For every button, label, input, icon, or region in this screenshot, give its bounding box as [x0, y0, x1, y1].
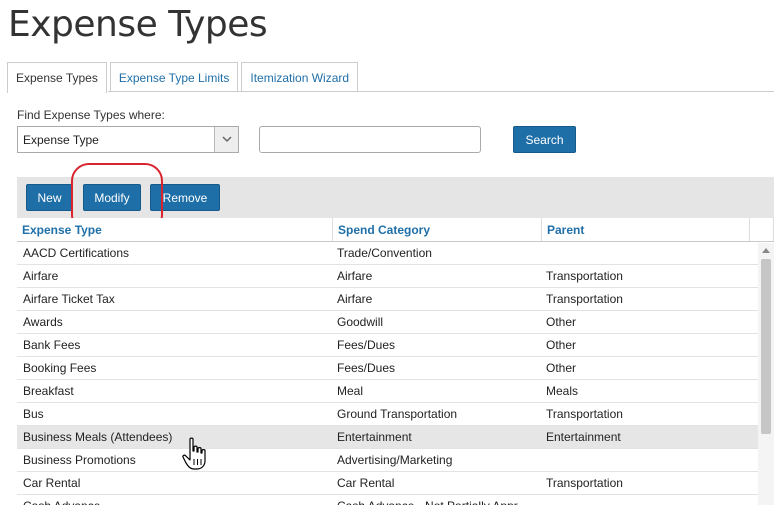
- grid-rows: AACD Certifications Trade/Convention Airfa…: [17, 242, 774, 505]
- cell-spend-category: Cash Advance - Not Partially Appr: [333, 499, 542, 505]
- cell-parent: Other: [546, 361, 577, 375]
- table-row[interactable]: Car Rental Car Rental Transportation: [17, 472, 758, 495]
- table-row[interactable]: Business Promotions Advertising/Marketing: [17, 449, 758, 472]
- table-row[interactable]: AACD Certifications Trade/Convention: [17, 242, 758, 265]
- table-row[interactable]: Business Meals (Attendees) Entertainment E…: [17, 426, 758, 449]
- cell-expense-type: Awards: [23, 315, 63, 329]
- cell-parent: Other: [546, 338, 577, 352]
- search-field-select[interactable]: Expense Type: [17, 126, 239, 153]
- cell-spend-category: Airfare: [337, 292, 373, 306]
- cell-expense-type: Bank Fees: [23, 338, 81, 352]
- scrollbar-thumb[interactable]: [761, 259, 771, 434]
- search-button[interactable]: Search: [513, 126, 576, 153]
- cell-parent: Entertainment: [546, 430, 621, 444]
- search-field-value: Expense Type: [23, 132, 99, 147]
- cell-expense-type: Airfare: [23, 269, 59, 283]
- table-row[interactable]: Bus Ground Transportation Transportation: [17, 403, 758, 426]
- cell-parent: Transportation: [546, 407, 623, 421]
- find-label: Find Expense Types where:: [17, 108, 165, 122]
- cell-spend-category: Trade/Convention: [337, 246, 432, 260]
- cell-expense-type: AACD Certifications: [23, 246, 130, 260]
- tabs-divider: [108, 91, 774, 92]
- cell-expense-type: Business Meals (Attendees): [23, 430, 173, 444]
- column-header-spend-category[interactable]: Spend Category: [333, 218, 542, 241]
- cell-spend-category: Ground Transportation: [337, 407, 458, 421]
- cell-spend-category: Airfare: [337, 269, 373, 283]
- expense-types-grid: Expense Type Spend Category Parent AACD …: [17, 218, 774, 505]
- table-row[interactable]: Bank Fees Fees/Dues Other: [17, 334, 758, 357]
- vertical-scrollbar[interactable]: [758, 243, 774, 505]
- column-header-expense-type[interactable]: Expense Type: [17, 218, 333, 241]
- table-row[interactable]: Cash AdvanceCash Advance - Not Partially…: [17, 495, 758, 505]
- hand-pointer-icon: [182, 437, 208, 471]
- chevron-down-icon[interactable]: [214, 127, 238, 152]
- cell-parent: Transportation: [546, 292, 623, 306]
- table-row[interactable]: Airfare Airfare Transportation: [17, 265, 758, 288]
- table-row[interactable]: Breakfast Meal Meals: [17, 380, 758, 403]
- cell-spend-category: Entertainment: [337, 430, 412, 444]
- new-button[interactable]: New: [26, 184, 73, 211]
- cell-parent: Transportation: [546, 269, 623, 283]
- cell-spend-category: Meal: [337, 384, 364, 398]
- table-row[interactable]: Booking Fees Fees/Dues Other: [17, 357, 758, 380]
- tab-expense-types[interactable]: Expense Types: [7, 62, 107, 93]
- search-input[interactable]: [259, 126, 481, 153]
- cell-spend-category: Advertising/Marketing: [337, 453, 453, 467]
- cell-expense-type: Airfare Ticket Tax: [23, 292, 115, 306]
- tab-bar: Expense Types Expense Type Limits Itemiz…: [7, 62, 361, 93]
- column-header-parent[interactable]: Parent: [542, 218, 750, 241]
- cell-expense-type: Bus: [23, 407, 44, 421]
- cell-expense-type: Cash Advance: [17, 499, 333, 505]
- cell-parent: Meals: [546, 384, 579, 398]
- table-row[interactable]: Airfare Ticket Tax Airfare Transportation: [17, 288, 758, 311]
- cell-spend-category: Car Rental: [337, 476, 395, 490]
- cell-expense-type: Booking Fees: [23, 361, 97, 375]
- page-title: Expense Types: [8, 4, 268, 45]
- cell-parent: Other: [546, 315, 577, 329]
- cell-spend-category: Fees/Dues: [337, 338, 396, 352]
- arrow-up-icon[interactable]: [758, 243, 774, 257]
- column-header-spacer: [750, 218, 774, 241]
- cell-spend-category: Goodwill: [337, 315, 384, 329]
- tab-expense-type-limits[interactable]: Expense Type Limits: [109, 62, 239, 92]
- cell-expense-type: Car Rental: [23, 476, 81, 490]
- table-row[interactable]: Awards Goodwill Other: [17, 311, 758, 334]
- grid-header: Expense Type Spend Category Parent: [17, 218, 774, 242]
- cell-parent: Transportation: [546, 476, 623, 490]
- tab-itemization-wizard[interactable]: Itemization Wizard: [241, 62, 359, 92]
- cell-expense-type: Breakfast: [23, 384, 74, 398]
- cell-expense-type: Business Promotions: [23, 453, 136, 467]
- cell-spend-category: Fees/Dues: [337, 361, 396, 375]
